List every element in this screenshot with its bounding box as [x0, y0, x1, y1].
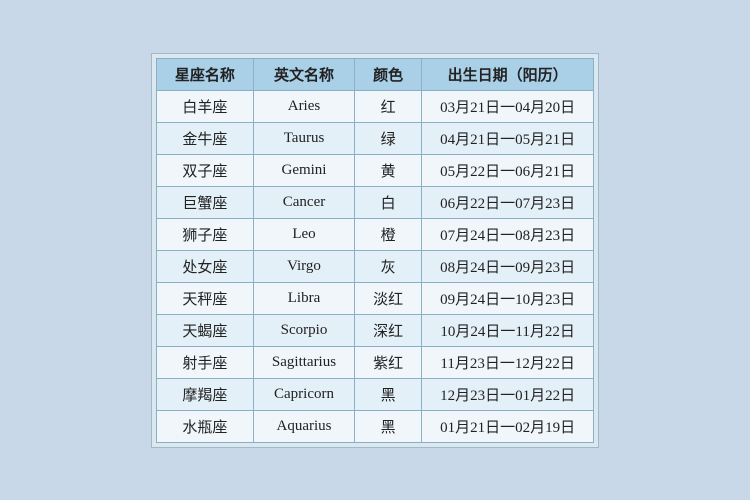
table-cell-r2-c1: Gemini [253, 154, 354, 186]
table-cell-r4-c2: 橙 [355, 218, 422, 250]
table-cell-r1-c0: 金牛座 [156, 122, 253, 154]
table-cell-r4-c0: 狮子座 [156, 218, 253, 250]
table-cell-r8-c3: 11月23日一12月22日 [422, 346, 594, 378]
table-cell-r4-c3: 07月24日一08月23日 [422, 218, 594, 250]
table-cell-r7-c3: 10月24日一11月22日 [422, 314, 594, 346]
table-cell-r7-c1: Scorpio [253, 314, 354, 346]
table-row: 金牛座Taurus绿04月21日一05月21日 [156, 122, 593, 154]
table-cell-r0-c0: 白羊座 [156, 90, 253, 122]
table-cell-r10-c0: 水瓶座 [156, 410, 253, 442]
table-cell-r4-c1: Leo [253, 218, 354, 250]
table-row: 射手座Sagittarius紫红11月23日一12月22日 [156, 346, 593, 378]
table-row: 摩羯座Capricorn黑12月23日一01月22日 [156, 378, 593, 410]
table-cell-r3-c3: 06月22日一07月23日 [422, 186, 594, 218]
table-cell-r2-c0: 双子座 [156, 154, 253, 186]
table-cell-r1-c1: Taurus [253, 122, 354, 154]
table-cell-r5-c2: 灰 [355, 250, 422, 282]
table-row: 双子座Gemini黄05月22日一06月21日 [156, 154, 593, 186]
table-cell-r2-c2: 黄 [355, 154, 422, 186]
table-cell-r0-c3: 03月21日一04月20日 [422, 90, 594, 122]
table-cell-r9-c3: 12月23日一01月22日 [422, 378, 594, 410]
table-cell-r8-c0: 射手座 [156, 346, 253, 378]
zodiac-table: 星座名称英文名称颜色出生日期（阳历） 白羊座Aries红03月21日一04月20… [156, 58, 594, 443]
col-header-2: 颜色 [355, 58, 422, 90]
table-row: 水瓶座Aquarius黑01月21日一02月19日 [156, 410, 593, 442]
table-cell-r7-c2: 深红 [355, 314, 422, 346]
table-cell-r6-c1: Libra [253, 282, 354, 314]
table-cell-r2-c3: 05月22日一06月21日 [422, 154, 594, 186]
table-cell-r9-c2: 黑 [355, 378, 422, 410]
col-header-3: 出生日期（阳历） [422, 58, 594, 90]
table-cell-r7-c0: 天蝎座 [156, 314, 253, 346]
table-row: 处女座Virgo灰08月24日一09月23日 [156, 250, 593, 282]
table-row: 天秤座Libra淡红09月24日一10月23日 [156, 282, 593, 314]
table-cell-r5-c0: 处女座 [156, 250, 253, 282]
table-cell-r6-c3: 09月24日一10月23日 [422, 282, 594, 314]
table-cell-r1-c3: 04月21日一05月21日 [422, 122, 594, 154]
table-cell-r5-c3: 08月24日一09月23日 [422, 250, 594, 282]
table-body: 白羊座Aries红03月21日一04月20日金牛座Taurus绿04月21日一0… [156, 90, 593, 442]
table-cell-r3-c0: 巨蟹座 [156, 186, 253, 218]
table-cell-r3-c2: 白 [355, 186, 422, 218]
col-header-0: 星座名称 [156, 58, 253, 90]
table-cell-r10-c2: 黑 [355, 410, 422, 442]
table-cell-r6-c0: 天秤座 [156, 282, 253, 314]
zodiac-table-container: 星座名称英文名称颜色出生日期（阳历） 白羊座Aries红03月21日一04月20… [151, 53, 599, 448]
table-cell-r0-c2: 红 [355, 90, 422, 122]
table-row: 天蝎座Scorpio深红10月24日一11月22日 [156, 314, 593, 346]
table-cell-r6-c2: 淡红 [355, 282, 422, 314]
table-cell-r5-c1: Virgo [253, 250, 354, 282]
col-header-1: 英文名称 [253, 58, 354, 90]
table-cell-r9-c0: 摩羯座 [156, 378, 253, 410]
table-cell-r3-c1: Cancer [253, 186, 354, 218]
table-cell-r10-c1: Aquarius [253, 410, 354, 442]
table-cell-r10-c3: 01月21日一02月19日 [422, 410, 594, 442]
table-cell-r8-c2: 紫红 [355, 346, 422, 378]
table-cell-r8-c1: Sagittarius [253, 346, 354, 378]
table-row: 巨蟹座Cancer白06月22日一07月23日 [156, 186, 593, 218]
table-cell-r0-c1: Aries [253, 90, 354, 122]
table-cell-r9-c1: Capricorn [253, 378, 354, 410]
table-row: 白羊座Aries红03月21日一04月20日 [156, 90, 593, 122]
table-header-row: 星座名称英文名称颜色出生日期（阳历） [156, 58, 593, 90]
table-row: 狮子座Leo橙07月24日一08月23日 [156, 218, 593, 250]
table-cell-r1-c2: 绿 [355, 122, 422, 154]
